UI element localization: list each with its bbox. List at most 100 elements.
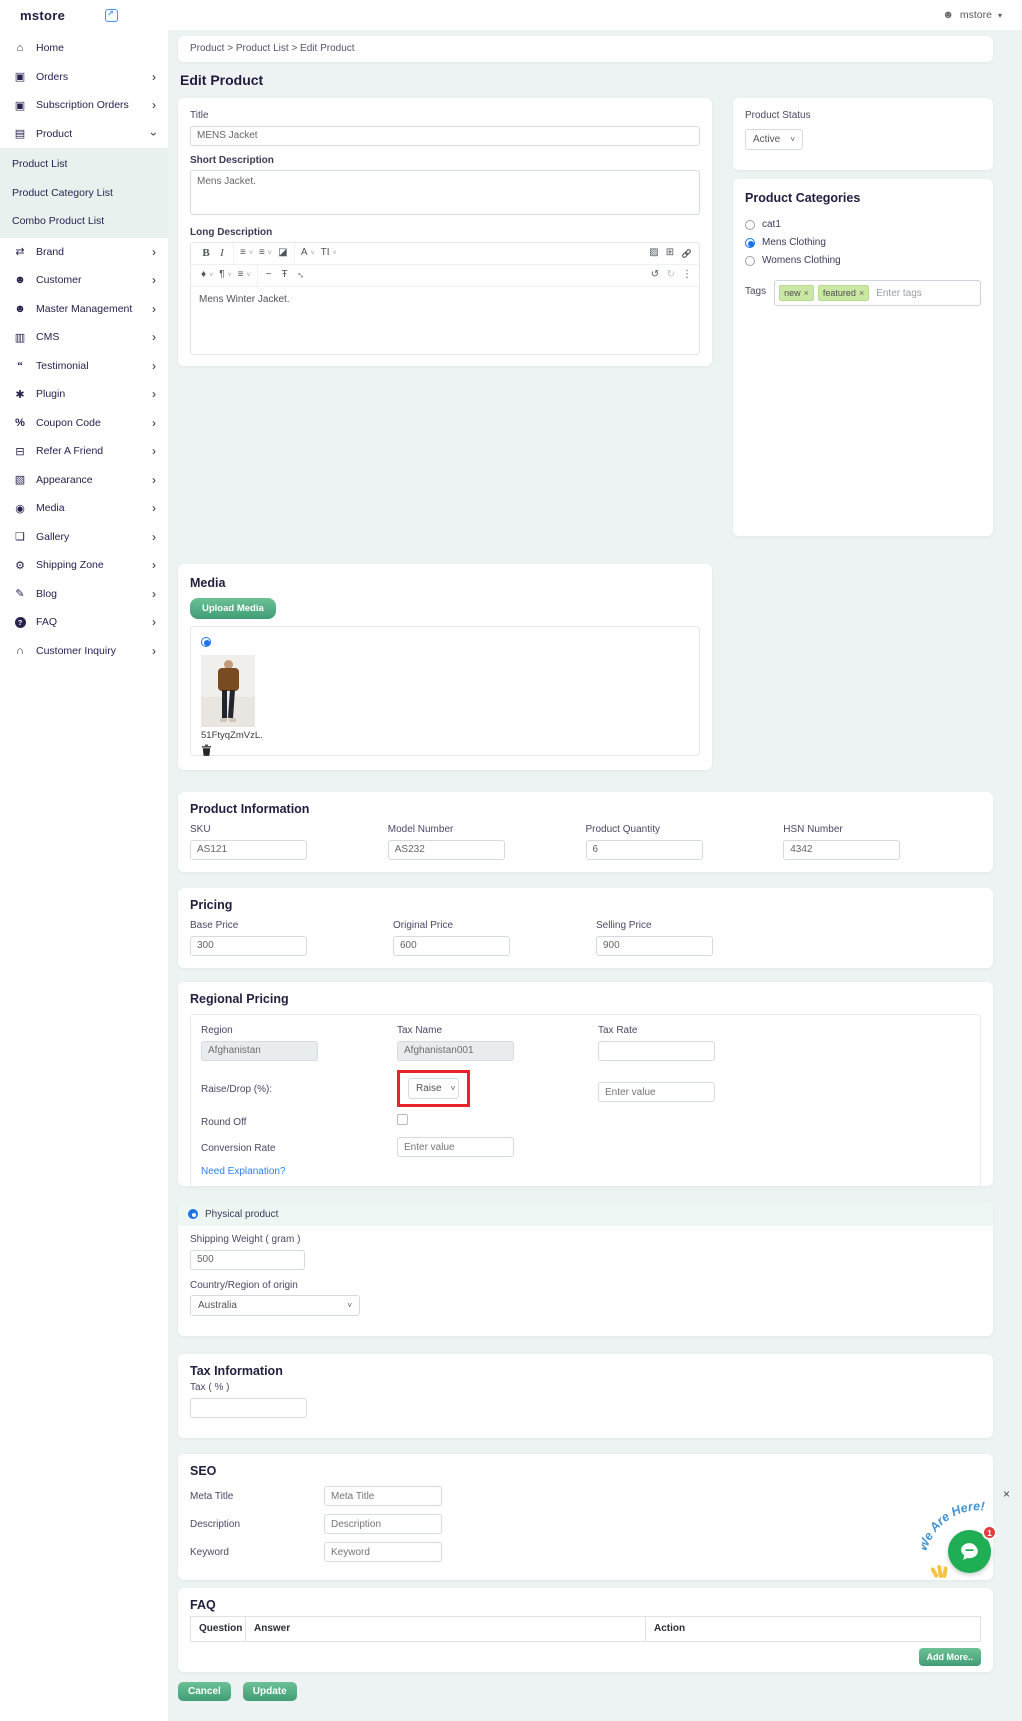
model-number-input[interactable]: [388, 840, 505, 860]
sidebar-item-media[interactable]: ◉ Media: [0, 494, 168, 523]
add-more-button[interactable]: Add More..: [919, 1648, 982, 1666]
remove-tag-icon[interactable]: [859, 288, 864, 298]
breadcrumb[interactable]: Product > Product List > Edit Product: [178, 36, 993, 62]
trash-icon[interactable]: [201, 743, 212, 761]
insert-table-icon[interactable]: ⊞: [662, 248, 678, 258]
sku-input[interactable]: [190, 840, 307, 860]
paragraph-icon[interactable]: ¶: [216, 270, 234, 280]
radio-icon[interactable]: [745, 256, 755, 266]
category-option-mens-clothing[interactable]: Mens Clothing: [745, 237, 981, 248]
undo-icon[interactable]: ↺: [647, 270, 663, 280]
bullet-list-icon[interactable]: ≡: [237, 248, 256, 258]
sidebar-item-combo-product-list[interactable]: Combo Product List: [0, 207, 168, 236]
faq-title: FAQ: [190, 1598, 981, 1612]
base-price-input[interactable]: [190, 936, 307, 956]
sidebar-item-plugin[interactable]: ✱ Plugin: [0, 380, 168, 409]
media-list: 51FtyqZmVzL._: [190, 626, 700, 756]
insert-image-icon[interactable]: ▨: [646, 248, 662, 258]
category-option-cat1[interactable]: cat1: [745, 219, 981, 230]
brand-logo[interactable]: mstore: [20, 8, 65, 23]
origin-select[interactable]: Australia: [190, 1295, 360, 1316]
sidebar-item-coupon-code[interactable]: % Coupon Code: [0, 409, 168, 438]
hsn-number-label: HSN Number: [783, 824, 981, 835]
sidebar-item-master-management[interactable]: ☻ Master Management: [0, 295, 168, 324]
short-description-input[interactable]: Mens Jacket.: [190, 170, 700, 215]
sidebar-item-product-list[interactable]: Product List: [0, 150, 168, 179]
sidebar-item-brand[interactable]: ⇄ Brand: [0, 238, 168, 267]
sidebar-item-refer-a-friend[interactable]: ⊟ Refer A Friend: [0, 437, 168, 466]
bold-icon[interactable]: B: [198, 248, 214, 259]
sidebar-item-orders[interactable]: ▣ Orders: [0, 63, 168, 92]
shuffle-icon: ⇄: [12, 245, 28, 258]
product-categories-title: Product Categories: [745, 191, 981, 205]
sidebar-item-home[interactable]: ⌂ Home: [0, 34, 168, 63]
hsn-number-input[interactable]: [783, 840, 900, 860]
sidebar-item-product-category-list[interactable]: Product Category List: [0, 179, 168, 208]
original-price-input[interactable]: [393, 936, 510, 956]
chevron-right-icon: [152, 616, 156, 628]
fullscreen-icon[interactable]: ↔: [291, 266, 309, 284]
tags-input[interactable]: new featured Enter tags: [774, 280, 981, 306]
line-height-icon[interactable]: Ŧ: [277, 270, 293, 280]
product-quantity-input[interactable]: [586, 840, 703, 860]
redo-icon[interactable]: ↻: [663, 270, 679, 280]
keyword-input[interactable]: [324, 1542, 442, 1562]
need-explanation-link[interactable]: Need Explanation?: [201, 1166, 286, 1177]
eraser-icon[interactable]: ◪: [275, 248, 291, 258]
chevron-right-icon: [152, 474, 156, 486]
sidebar-item-subscription-orders[interactable]: ▣ Subscription Orders: [0, 91, 168, 120]
user-menu[interactable]: mstore: [942, 9, 1002, 21]
long-description-input[interactable]: Mens Winter Jacket.: [191, 287, 699, 354]
sidebar-item-customer[interactable]: ☻ Customer: [0, 266, 168, 295]
category-option-womens-clothing[interactable]: Womens Clothing: [745, 255, 981, 266]
font-size-icon[interactable]: TI: [318, 248, 340, 258]
raise-drop-select[interactable]: Raise: [408, 1078, 459, 1099]
sidebar-item-appearance[interactable]: ▧ Appearance: [0, 466, 168, 495]
remove-tag-icon[interactable]: [804, 288, 809, 298]
media-radio-selected-icon[interactable]: [201, 637, 211, 647]
font-color-icon[interactable]: A: [298, 248, 318, 258]
sidebar-item-blog[interactable]: ✎ Blog: [0, 580, 168, 609]
tax-percent-input[interactable]: [190, 1398, 307, 1418]
update-button[interactable]: Update: [243, 1682, 297, 1701]
horizontal-rule-icon[interactable]: −: [261, 270, 277, 280]
meta-description-label: Description: [190, 1519, 324, 1530]
physical-product-radio-icon[interactable]: [188, 1209, 198, 1219]
upload-media-button[interactable]: Upload Media: [190, 598, 276, 619]
meta-description-input[interactable]: [324, 1514, 442, 1534]
product-image-thumbnail[interactable]: [201, 655, 255, 727]
sidebar-item-gallery[interactable]: ❏ Gallery: [0, 523, 168, 552]
cancel-button[interactable]: Cancel: [178, 1682, 231, 1701]
seo-card: SEO Meta Title Description Keyword: [178, 1454, 993, 1580]
radio-selected-icon[interactable]: [745, 238, 755, 248]
raise-drop-value-input[interactable]: [598, 1082, 715, 1102]
keyword-label: Keyword: [190, 1547, 324, 1558]
more-options-icon[interactable]: ⋮: [679, 270, 695, 280]
align-icon[interactable]: ≡: [235, 270, 254, 280]
external-link-icon[interactable]: [105, 9, 118, 22]
region-label: Region: [201, 1025, 397, 1036]
numbered-list-icon[interactable]: ≡: [256, 248, 275, 258]
paint-drop-icon[interactable]: ♦: [198, 270, 216, 280]
link-icon[interactable]: [678, 248, 695, 259]
sidebar-item-cms[interactable]: ▥ CMS: [0, 323, 168, 352]
product-status-select[interactable]: Active: [745, 129, 803, 150]
page-title: Edit Product: [180, 72, 993, 88]
sidebar-item-faq[interactable]: ? FAQ: [0, 608, 168, 637]
shipping-weight-input[interactable]: [190, 1250, 305, 1270]
sidebar-item-testimonial[interactable]: “ Testimonial: [0, 352, 168, 381]
sidebar-item-product[interactable]: ▤ Product: [0, 120, 168, 149]
round-off-checkbox[interactable]: [397, 1114, 408, 1125]
italic-icon[interactable]: I: [214, 248, 230, 259]
base-price-label: Base Price: [190, 920, 393, 931]
tax-rate-input[interactable]: [598, 1041, 715, 1061]
annotation-highlight-box: Raise: [397, 1070, 470, 1107]
meta-title-input[interactable]: [324, 1486, 442, 1506]
selling-price-input[interactable]: [596, 936, 713, 956]
tags-label: Tags: [745, 286, 766, 297]
sidebar-item-customer-inquiry[interactable]: ∩ Customer Inquiry: [0, 637, 168, 666]
conversion-rate-input[interactable]: [397, 1137, 514, 1157]
radio-icon[interactable]: [745, 220, 755, 230]
title-input[interactable]: [190, 126, 700, 146]
sidebar-item-shipping-zone[interactable]: ⚙ Shipping Zone: [0, 551, 168, 580]
